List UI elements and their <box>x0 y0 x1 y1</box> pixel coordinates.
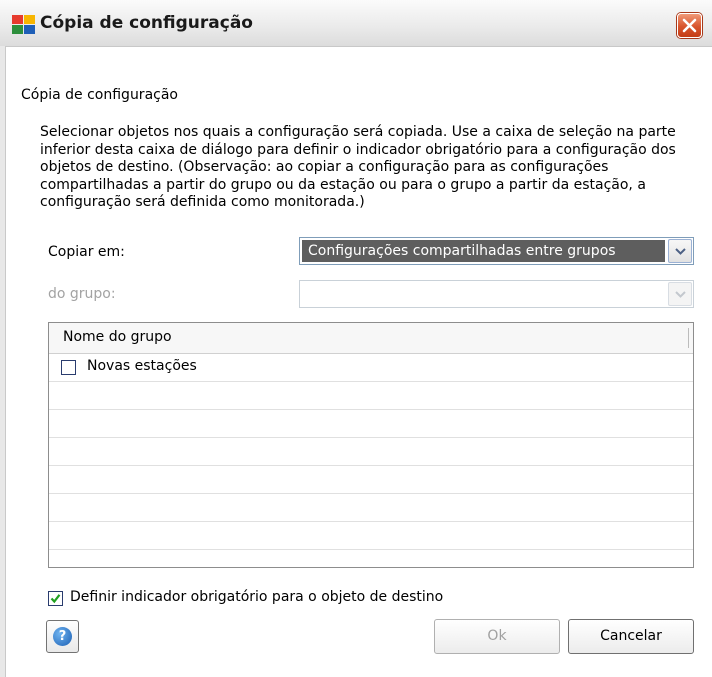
mandatory-flag-checkbox[interactable] <box>48 591 63 606</box>
cancel-button[interactable]: Cancelar <box>568 619 694 654</box>
column-divider[interactable] <box>688 328 689 348</box>
row-checkbox[interactable] <box>61 360 76 375</box>
window-frame-left <box>0 46 6 677</box>
title-bar[interactable]: Cópia de configuração <box>0 0 712 47</box>
copy-to-select[interactable]: Configurações compartilhadas entre grupo… <box>299 237 694 265</box>
from-group-dropdown-button[interactable] <box>668 282 692 306</box>
from-group-select[interactable] <box>299 280 694 308</box>
copy-to-label: Copiar em: <box>48 244 125 260</box>
chevron-down-icon <box>675 248 686 255</box>
section-title: Cópia de configuração <box>21 87 178 103</box>
column-header-group-name[interactable]: Nome do grupo <box>63 329 172 345</box>
row-label: Novas estações <box>87 358 197 374</box>
chevron-down-icon <box>675 291 686 298</box>
copy-to-selected-value: Configurações compartilhadas entre grupo… <box>302 240 665 262</box>
from-group-label: do grupo: <box>48 286 116 302</box>
table-row-empty <box>49 438 693 466</box>
close-button[interactable] <box>677 13 702 38</box>
avg-app-icon <box>12 15 35 34</box>
copy-to-dropdown-button[interactable] <box>668 239 692 263</box>
mandatory-flag-label[interactable]: Definir indicador obrigatório para o obj… <box>70 589 443 605</box>
table-row-empty <box>49 494 693 522</box>
ok-button[interactable]: Ok <box>434 619 560 654</box>
window-title: Cópia de configuração <box>40 13 253 33</box>
description-text: Selecionar objetos nos quais a configura… <box>40 124 676 210</box>
table-row[interactable]: Novas estações <box>49 354 693 382</box>
help-button[interactable]: ? <box>46 620 79 653</box>
help-icon: ? <box>53 627 72 646</box>
copy-config-dialog: Cópia de configuração Cópia de configura… <box>0 0 712 677</box>
table-row-empty <box>49 382 693 410</box>
table-row-empty <box>49 522 693 550</box>
table-header: Nome do grupo <box>49 323 693 354</box>
check-icon <box>50 594 61 604</box>
table-row-empty <box>49 466 693 494</box>
table-row-empty <box>49 410 693 438</box>
group-table[interactable]: Nome do grupo Novas estações <box>48 322 694 568</box>
close-icon <box>682 18 697 33</box>
